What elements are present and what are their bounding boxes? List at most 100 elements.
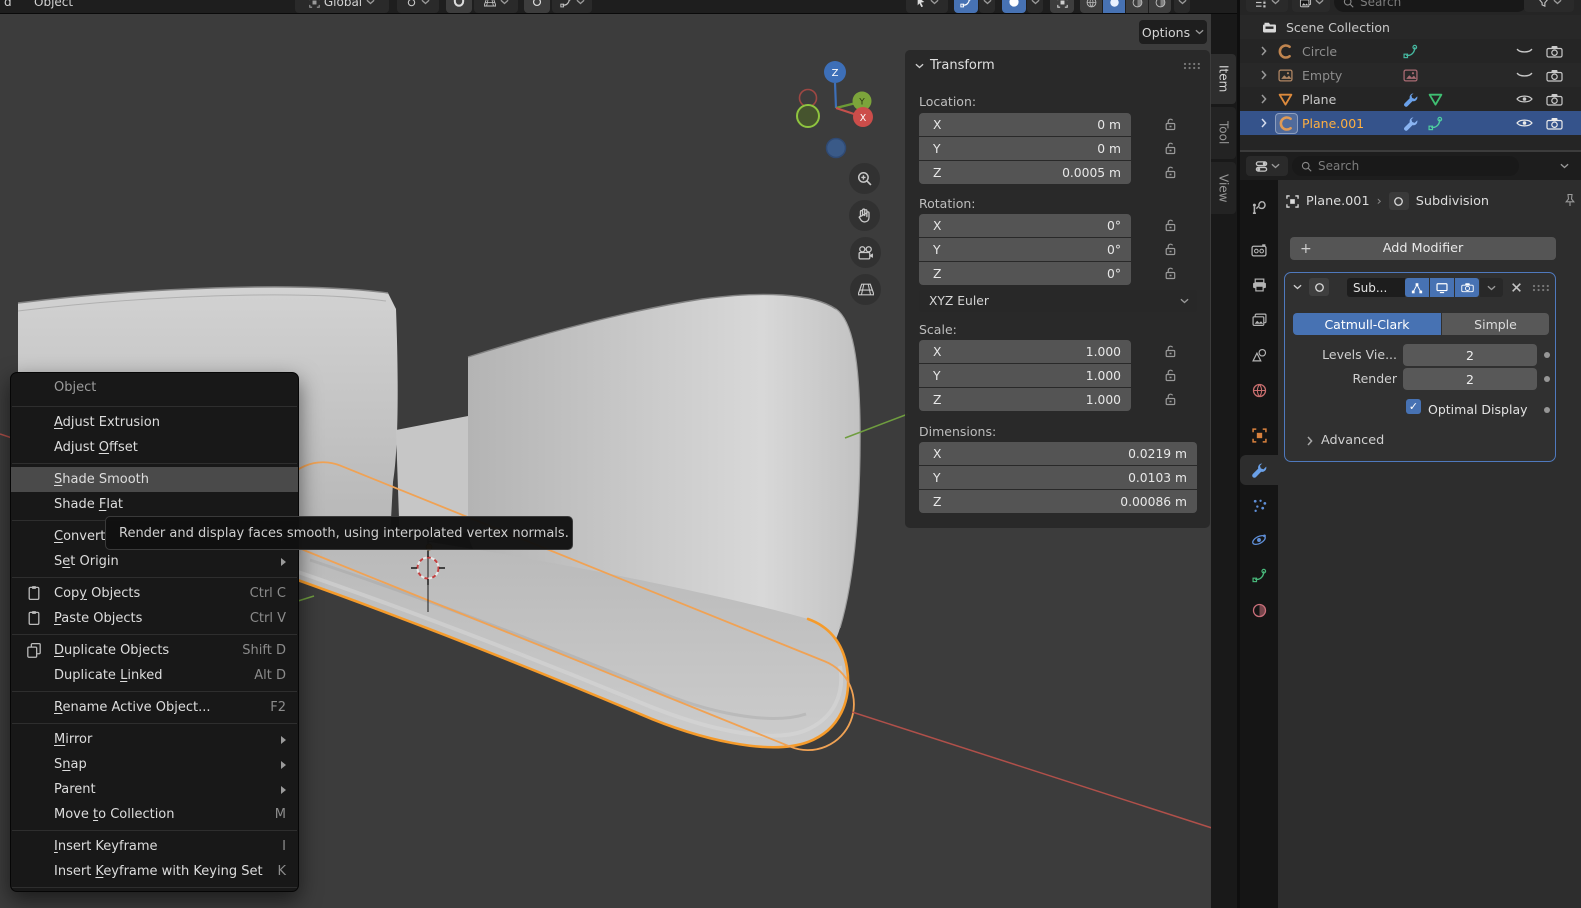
- camera-view-button[interactable]: [850, 237, 881, 268]
- eye-open-icon[interactable]: [1516, 117, 1533, 129]
- shading-dropdown[interactable]: [1174, 0, 1190, 13]
- menu-item-insert-keyframe[interactable]: Insert KeyframeI: [11, 834, 298, 859]
- rotation-lock-icons[interactable]: [1163, 218, 1179, 290]
- menu-item-duplicate-objects[interactable]: Duplicate ObjectsShift D: [11, 638, 298, 663]
- location-z-field[interactable]: Z0.0005 m: [919, 161, 1131, 184]
- menu-item-shade-flat[interactable]: Shade Flat: [11, 492, 298, 517]
- eye-closed-icon[interactable]: [1516, 45, 1533, 57]
- breadcrumb-modifier[interactable]: Subdivision: [1416, 194, 1489, 209]
- outliner-display-mode-dropdown[interactable]: [1292, 0, 1330, 12]
- dimensions-z-field[interactable]: Z0.00086 m: [919, 490, 1197, 513]
- snap-target-dropdown[interactable]: [474, 0, 518, 13]
- properties-editor-type-dropdown[interactable]: [1246, 156, 1288, 176]
- animate-decorator[interactable]: [1544, 407, 1550, 413]
- properties-tab-material[interactable]: [1240, 595, 1278, 625]
- rotation-z-field[interactable]: Z0°: [919, 262, 1131, 285]
- properties-tab-scene[interactable]: [1240, 340, 1278, 370]
- shading-material-button[interactable]: [1126, 0, 1148, 13]
- expand-arrow-icon[interactable]: [1260, 118, 1268, 128]
- tab-view[interactable]: View: [1211, 162, 1236, 214]
- menu-item-rename-active-object[interactable]: Rename Active Object...F2: [11, 695, 298, 720]
- collapse-chevron-icon[interactable]: [1293, 284, 1302, 290]
- scale-y-field[interactable]: Y1.000: [919, 364, 1131, 387]
- location-lock-icons[interactable]: [1163, 117, 1179, 189]
- modifier-grip[interactable]: [1532, 284, 1550, 292]
- expand-arrow-icon[interactable]: [1260, 94, 1268, 104]
- chevron-down-icon[interactable]: [1560, 163, 1569, 169]
- properties-tab-physics[interactable]: [1240, 525, 1278, 555]
- rotation-x-field[interactable]: X0°: [919, 214, 1131, 237]
- menu-item-shade-smooth[interactable]: Shade Smooth: [11, 467, 298, 492]
- properties-search-input[interactable]: Search: [1292, 156, 1519, 176]
- outliner-row-empty[interactable]: Empty: [1240, 63, 1581, 87]
- simple-button[interactable]: Simple: [1442, 313, 1549, 335]
- properties-tab-particles[interactable]: [1240, 490, 1278, 520]
- levels-viewport-field[interactable]: 2: [1403, 344, 1537, 366]
- eye-closed-icon[interactable]: [1516, 69, 1533, 81]
- animate-decorator[interactable]: [1544, 376, 1550, 382]
- shading-rendered-button[interactable]: [1149, 0, 1171, 13]
- select-tool-dropdown[interactable]: [906, 0, 948, 13]
- pan-button[interactable]: [849, 200, 880, 231]
- transform-panel-header[interactable]: Transform: [915, 58, 995, 73]
- menu-item-adjust-offset[interactable]: Adjust Offset: [11, 435, 298, 460]
- animate-decorator[interactable]: [1544, 352, 1550, 358]
- perspective-toggle-button[interactable]: [850, 274, 881, 305]
- properties-tab-object[interactable]: [1240, 420, 1278, 450]
- properties-tab-tool[interactable]: [1240, 193, 1278, 223]
- optimal-display-checkbox[interactable]: ✓: [1406, 399, 1421, 414]
- outliner-search-input[interactable]: Search: [1334, 0, 1527, 12]
- xray-toggle[interactable]: [1050, 0, 1074, 13]
- outliner-row-plane-001[interactable]: Plane.001: [1240, 111, 1581, 135]
- menu-item-mirror[interactable]: Mirror: [11, 727, 298, 752]
- outliner-row-plane[interactable]: Plane: [1240, 87, 1581, 111]
- object-menu[interactable]: Object: [34, 0, 73, 13]
- pin-icon[interactable]: [1564, 193, 1576, 207]
- catmull-clark-button[interactable]: Catmull-Clark: [1293, 313, 1441, 335]
- menu-item-paste-objects[interactable]: Paste ObjectsCtrl V: [11, 606, 298, 631]
- modifier-extras-dropdown[interactable]: [1480, 278, 1503, 297]
- properties-tab-modifiers[interactable]: [1240, 455, 1278, 485]
- dimensions-x-field[interactable]: X0.0219 m: [919, 442, 1197, 465]
- breadcrumb-object[interactable]: Plane.001: [1306, 194, 1370, 209]
- modifier-name-field[interactable]: Sub...: [1347, 278, 1405, 297]
- camera-render-icon[interactable]: [1546, 93, 1563, 106]
- menu-item-move-to-collection[interactable]: Move to CollectionM: [11, 802, 298, 827]
- location-x-field[interactable]: X0 m: [919, 113, 1131, 136]
- eye-open-icon[interactable]: [1516, 93, 1533, 105]
- scale-x-field[interactable]: X1.000: [919, 340, 1131, 363]
- shading-wireframe-button[interactable]: [1080, 0, 1102, 13]
- add-modifier-button[interactable]: + Add Modifier: [1290, 237, 1556, 260]
- modifier-render-toggle[interactable]: [1455, 278, 1479, 297]
- camera-render-icon[interactable]: [1546, 69, 1563, 82]
- show-gizmo-toggle[interactable]: [954, 0, 978, 13]
- scale-z-field[interactable]: Z1.000: [919, 388, 1131, 411]
- properties-tab-world[interactable]: [1240, 375, 1278, 405]
- expand-arrow-icon[interactable]: [1260, 46, 1268, 56]
- render-levels-field[interactable]: 2: [1403, 368, 1537, 390]
- camera-render-icon[interactable]: [1546, 117, 1563, 130]
- menu-item-copy-objects[interactable]: Copy ObjectsCtrl C: [11, 581, 298, 606]
- tab-tool[interactable]: Tool: [1211, 107, 1236, 159]
- menu-item-set-origin[interactable]: Set Origin: [11, 549, 298, 574]
- tab-item[interactable]: Item: [1211, 54, 1236, 104]
- properties-tab-view-layer[interactable]: [1240, 305, 1278, 335]
- proportional-edit-toggle[interactable]: [524, 0, 550, 13]
- scale-lock-icons[interactable]: [1163, 344, 1179, 416]
- outliner-row-scene-collection[interactable]: Scene Collection: [1240, 15, 1581, 39]
- outliner-row-circle[interactable]: Circle: [1240, 39, 1581, 63]
- properties-tab-output[interactable]: [1240, 270, 1278, 300]
- menu-item-adjust-extrusion[interactable]: Adjust Extrusion: [11, 410, 298, 435]
- panel-grip[interactable]: [1183, 62, 1201, 70]
- advanced-section-header[interactable]: Advanced: [1307, 433, 1384, 448]
- modifier-viewport-toggle[interactable]: [1430, 278, 1454, 297]
- rotation-mode-dropdown[interactable]: XYZ Euler: [919, 290, 1197, 312]
- properties-tab-render[interactable]: [1240, 235, 1278, 265]
- show-overlays-toggle[interactable]: [1002, 0, 1026, 13]
- rotation-y-field[interactable]: Y0°: [919, 238, 1131, 261]
- navigation-gizmo[interactable]: Z Y X: [790, 55, 890, 165]
- shading-solid-button[interactable]: [1103, 0, 1125, 13]
- outliner-filter-dropdown[interactable]: [1524, 0, 1574, 12]
- transform-orientation-dropdown[interactable]: Global: [295, 0, 389, 13]
- pivot-point-dropdown[interactable]: [397, 0, 439, 13]
